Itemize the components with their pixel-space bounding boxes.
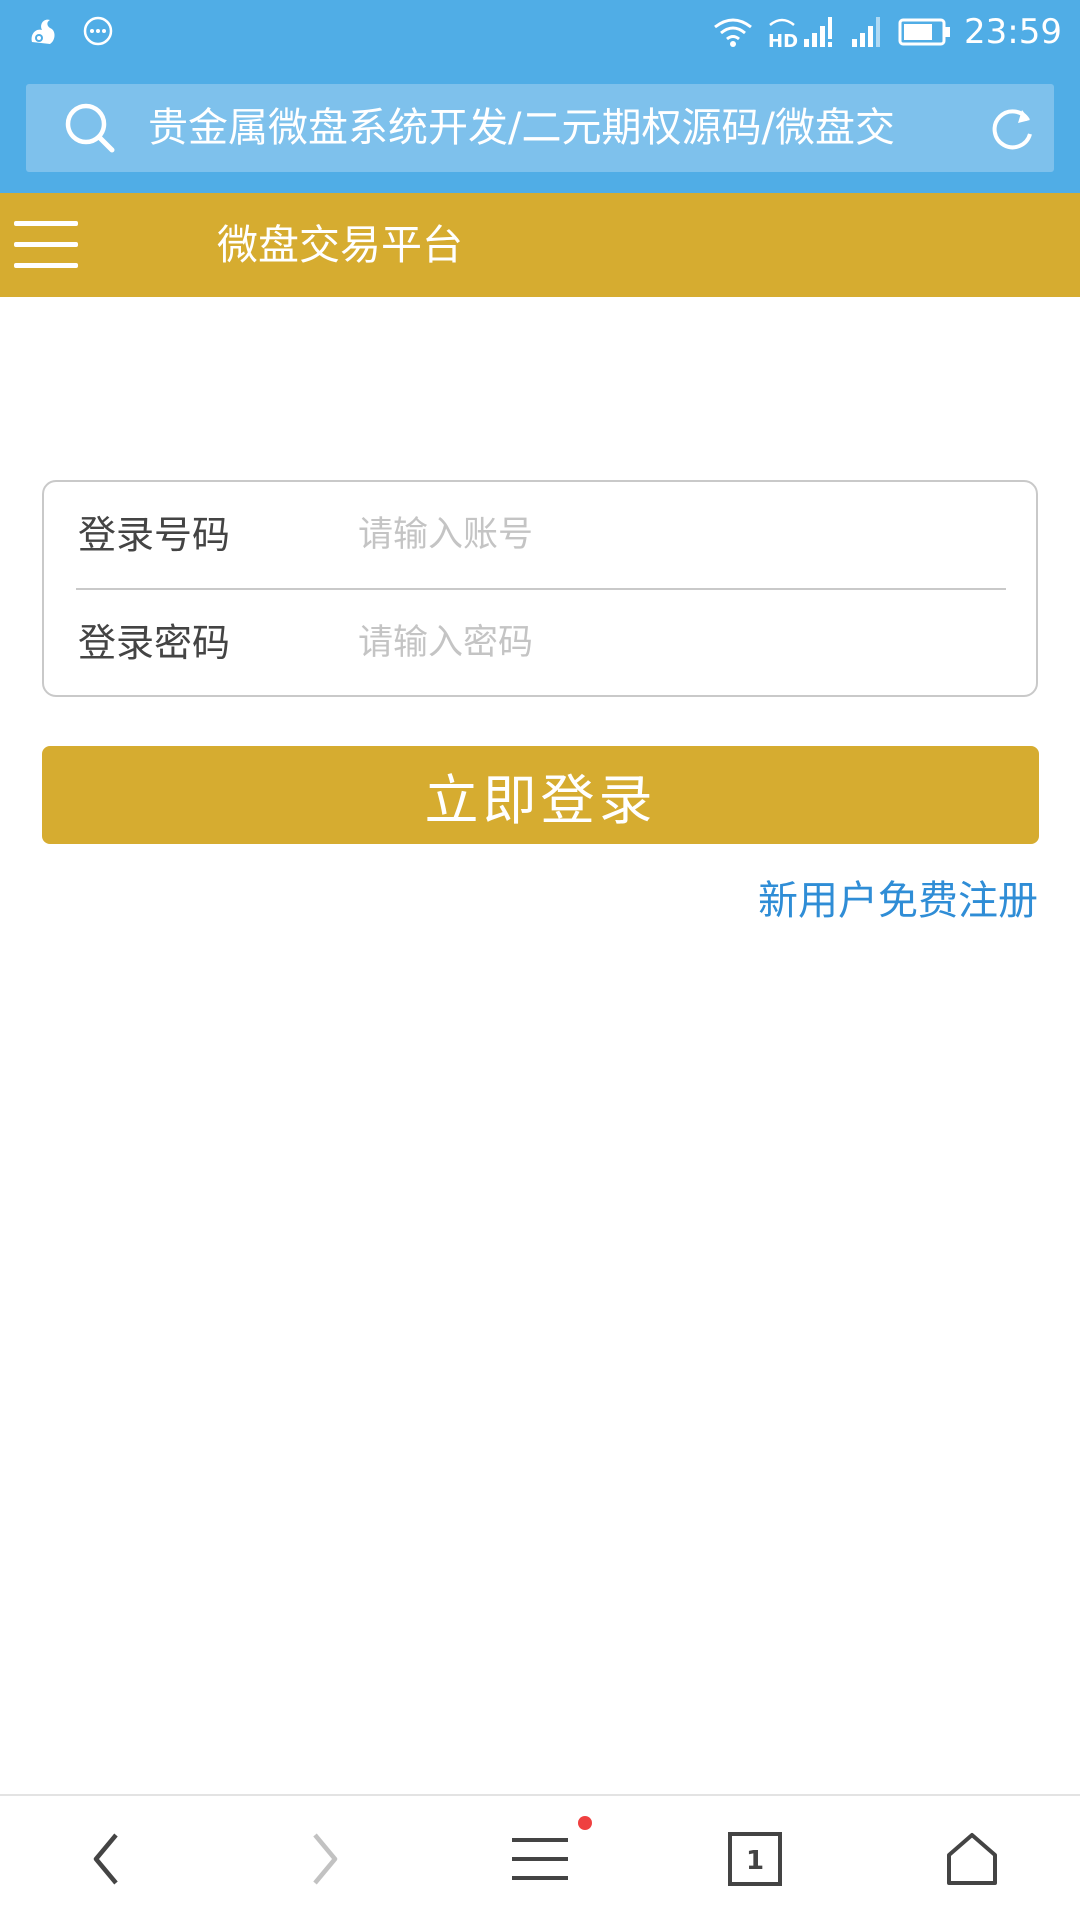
site-header: 微盘交易平台 [0,193,1080,297]
status-left-icons [26,14,114,48]
browser-bottom-toolbar: 1 [0,1794,1080,1920]
register-link[interactable]: 新用户免费注册 [758,868,1038,926]
status-right-icons: HD 23:59 [712,12,1062,52]
notification-dot [578,1816,592,1830]
cell-signal-2-icon [852,17,881,47]
browser-address-bar: 贵金属微盘系统开发/二元期权源码/微盘交 [0,65,1080,193]
hamburger-menu-icon[interactable] [10,213,82,277]
menu-button[interactable] [500,1824,580,1894]
password-label: 登录密码 [78,621,231,665]
login-form: 登录号码 登录密码 [42,480,1038,697]
account-label: 登录号码 [78,513,231,557]
search-icon[interactable] [62,100,118,156]
password-row: 登录密码 [44,590,1036,696]
wifi-icon [714,18,752,47]
tabs-button[interactable]: 1 [715,1824,795,1894]
back-arrow-icon [93,1833,118,1885]
login-button[interactable]: 立即登录 [42,746,1039,844]
forward-button[interactable] [285,1824,365,1894]
refresh-icon[interactable] [988,104,1038,154]
password-input[interactable] [354,608,994,678]
status-time: 23:59 [964,12,1062,52]
account-input[interactable] [354,500,994,570]
menu-icon [512,1838,568,1880]
hd-label: HD [768,31,798,51]
hd-signal-icon: HD [768,17,833,51]
status-bar: HD 23:59 [0,0,1080,65]
page-title: 微盘交易平台 [217,221,463,269]
message-bubble-icon [83,16,113,46]
home-button[interactable] [932,1824,1012,1894]
back-button[interactable] [66,1824,146,1894]
uc-squirrel-icon [31,19,55,44]
home-icon [947,1833,997,1885]
address-box[interactable]: 贵金属微盘系统开发/二元期权源码/微盘交 [26,84,1054,172]
account-row: 登录号码 [44,482,1036,588]
tab-count: 1 [746,1846,764,1876]
forward-arrow-icon [313,1833,338,1885]
battery-icon [898,18,951,46]
address-text[interactable]: 贵金属微盘系统开发/二元期权源码/微盘交 [148,84,968,172]
tabs-icon: 1 [728,1832,782,1886]
